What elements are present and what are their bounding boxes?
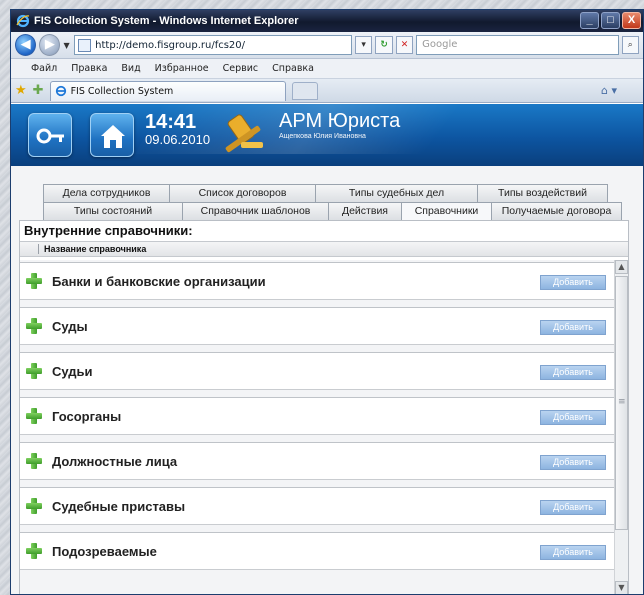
page-content: 14:41 09.06.2010 АРМ Юриста Ащепкова Юли… <box>11 104 643 594</box>
item-label: Госорганы <box>52 408 122 424</box>
add-button[interactable]: Добавить <box>540 320 606 335</box>
expand-plus-icon[interactable] <box>26 273 42 289</box>
column-header[interactable]: Название справочника <box>20 241 628 257</box>
date: 09.06.2010 <box>145 132 211 147</box>
tab-court-case-types[interactable]: Типы судебных дел <box>315 184 478 202</box>
item-label: Подозреваемые <box>52 543 157 559</box>
forward-button[interactable]: ▶ <box>39 34 61 56</box>
user-name: Ащепкова Юлия Ивановна <box>279 133 366 140</box>
tab-directories[interactable]: Справочники <box>401 202 492 220</box>
tab-bar: ★ ✚ FIS Collection System ⌂ ▾ <box>11 79 643 103</box>
expand-plus-icon[interactable] <box>26 363 42 379</box>
url-text: http://demo.fisgroup.ru/fcs20/ <box>95 39 246 51</box>
menu-favorites[interactable]: Избранное <box>155 63 209 74</box>
tab-template-directory[interactable]: Справочник шаблонов <box>182 202 329 220</box>
gavel-icon <box>225 114 263 153</box>
maximize-button[interactable]: □ <box>601 12 620 29</box>
tab-received-contracts[interactable]: Получаемые договора <box>491 202 622 220</box>
refresh-icon[interactable]: ↻ <box>375 36 393 54</box>
url-field[interactable]: http://demo.fisgroup.ru/fcs20/ <box>74 35 352 55</box>
address-bar: ◀ ▶ ▼ http://demo.fisgroup.ru/fcs20/ ▾ ↻… <box>11 32 643 59</box>
add-button[interactable]: Добавить <box>540 365 606 380</box>
scroll-up-icon[interactable]: ▲ <box>615 260 628 274</box>
tab-ie-icon <box>55 85 66 97</box>
list-item: Судьи Добавить <box>20 352 614 390</box>
nav-row-1: Дела сотрудников Список договоров Типы с… <box>23 184 627 202</box>
tab-title: FIS Collection System <box>70 85 174 97</box>
item-label: Судьи <box>52 363 93 379</box>
item-label: Должностные лица <box>52 453 178 469</box>
app-title: АРМ Юриста <box>279 110 401 132</box>
add-button[interactable]: Добавить <box>540 275 606 290</box>
url-dropdown-icon[interactable]: ▾ <box>355 36 373 54</box>
window-title: FIS Collection System - Windows Internet… <box>34 15 299 27</box>
expand-plus-icon[interactable] <box>26 498 42 514</box>
browser-window: FIS Collection System - Windows Internet… <box>10 9 644 595</box>
favorites-star-icon[interactable]: ★ <box>15 83 27 98</box>
new-tab-button[interactable] <box>291 81 318 100</box>
vertical-scrollbar[interactable]: ▲ ▼ <box>614 260 628 594</box>
menu-help[interactable]: Справка <box>272 63 314 74</box>
app-title-block: АРМ Юриста Ащепкова Юлия Ивановна <box>279 110 400 142</box>
directories-panel: Внутренние справочники: Название справоч… <box>19 220 629 594</box>
menu-view[interactable]: Вид <box>121 63 140 74</box>
tab-impact-types[interactable]: Типы воздействий <box>477 184 608 202</box>
clock: 14:41 09.06.2010 <box>145 112 210 147</box>
scroll-thumb[interactable] <box>615 276 628 530</box>
menu-tools[interactable]: Сервис <box>223 63 259 74</box>
minimize-button[interactable]: _ <box>580 12 599 29</box>
add-button[interactable]: Добавить <box>540 545 606 560</box>
expand-plus-icon[interactable] <box>26 318 42 334</box>
list-item: Должностные лица Добавить <box>20 442 614 480</box>
add-button[interactable]: Добавить <box>540 455 606 470</box>
back-button[interactable]: ◀ <box>15 34 37 56</box>
item-label: Судебные приставы <box>52 498 186 514</box>
home-button[interactable] <box>90 113 134 157</box>
history-dropdown-icon[interactable]: ▼ <box>63 41 71 50</box>
close-button[interactable]: X <box>622 12 641 29</box>
add-favorite-icon[interactable]: ✚ <box>33 83 44 98</box>
panel-title: Внутренние справочники: <box>20 221 628 241</box>
expand-plus-icon[interactable] <box>26 453 42 469</box>
tab-state-types[interactable]: Типы состояний <box>43 202 183 220</box>
expand-plus-icon[interactable] <box>26 408 42 424</box>
tab-actions[interactable]: Действия <box>328 202 402 220</box>
menu-edit[interactable]: Правка <box>71 63 107 74</box>
list-item: Судебные приставы Добавить <box>20 487 614 525</box>
menu-file[interactable]: Файл <box>31 63 57 74</box>
key-button[interactable] <box>28 113 72 157</box>
directory-list: Банки и банковские организации Добавить … <box>20 260 614 594</box>
tab-contract-list[interactable]: Список договоров <box>169 184 316 202</box>
window-titlebar: FIS Collection System - Windows Internet… <box>11 10 643 32</box>
search-icon[interactable]: ⌕ <box>621 36 639 54</box>
tab-employee-cases[interactable]: Дела сотрудников <box>43 184 170 202</box>
list-item: Суды Добавить <box>20 307 614 345</box>
main-nav: Дела сотрудников Список договоров Типы с… <box>23 184 627 220</box>
add-button[interactable]: Добавить <box>540 410 606 425</box>
expand-plus-icon[interactable] <box>26 543 42 559</box>
item-label: Банки и банковские организации <box>52 273 266 289</box>
menu-bar: Файл Правка Вид Избранное Сервис Справка <box>11 59 643 79</box>
ie-logo-icon <box>16 14 30 28</box>
scroll-down-icon[interactable]: ▼ <box>615 581 628 594</box>
key-icon <box>36 128 64 144</box>
item-label: Суды <box>52 318 88 334</box>
stop-icon[interactable]: ✕ <box>395 36 414 54</box>
time: 14:41 <box>145 111 197 133</box>
house-icon <box>101 125 125 148</box>
list-item: Подозреваемые Добавить <box>20 532 614 570</box>
app-header: 14:41 09.06.2010 АРМ Юриста Ащепкова Юли… <box>11 104 643 166</box>
search-input[interactable]: Google <box>416 35 619 55</box>
nav-row-2: Типы состояний Справочник шаблонов Дейст… <box>23 202 627 220</box>
browser-tab[interactable]: FIS Collection System <box>49 80 286 101</box>
page-icon <box>78 39 92 52</box>
add-button[interactable]: Добавить <box>540 500 606 515</box>
list-item: Банки и банковские организации Добавить <box>20 262 614 300</box>
list-item: Госорганы Добавить <box>20 397 614 435</box>
home-icon[interactable]: ⌂ ▾ <box>601 84 617 97</box>
